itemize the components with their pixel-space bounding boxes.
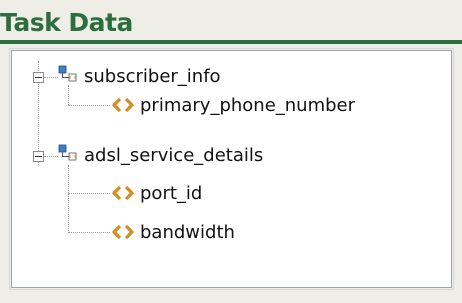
element-icon: [112, 97, 134, 113]
complex-type-icon: [58, 144, 77, 161]
tree-node-subscriber-info[interactable]: subscriber_info: [84, 62, 221, 90]
tree-node-primary-phone-number[interactable]: primary_phone_number: [140, 91, 355, 119]
task-data-tree[interactable]: subscriber_info primary_phone_number ads…: [11, 50, 452, 288]
collapse-toggle[interactable]: [33, 72, 44, 83]
element-icon: [112, 185, 134, 201]
tree-connector: [44, 156, 58, 157]
tree-node-label: bandwidth: [140, 221, 235, 243]
tree-node-label: primary_phone_number: [140, 94, 356, 116]
complex-type-icon: [58, 65, 77, 82]
title-underline: [0, 40, 462, 44]
tree-connector: [68, 105, 110, 106]
tree-connector: [68, 232, 110, 233]
tree-node-port-id[interactable]: port_id: [140, 179, 202, 207]
tree-node-adsl-service-details[interactable]: adsl_service_details: [84, 141, 263, 169]
tree-connector: [68, 193, 110, 194]
panel-title: Task Data: [0, 8, 133, 37]
tree-node-bandwidth[interactable]: bandwidth: [140, 218, 235, 246]
tree-connector: [68, 85, 69, 105]
tree-node-label: subscriber_info: [84, 65, 221, 87]
collapse-toggle[interactable]: [33, 151, 44, 162]
element-icon: [112, 224, 134, 240]
tree-connector: [44, 77, 58, 78]
tree-node-label: port_id: [140, 182, 203, 204]
tree-node-label: adsl_service_details: [84, 144, 264, 166]
tree-connector: [68, 165, 69, 233]
